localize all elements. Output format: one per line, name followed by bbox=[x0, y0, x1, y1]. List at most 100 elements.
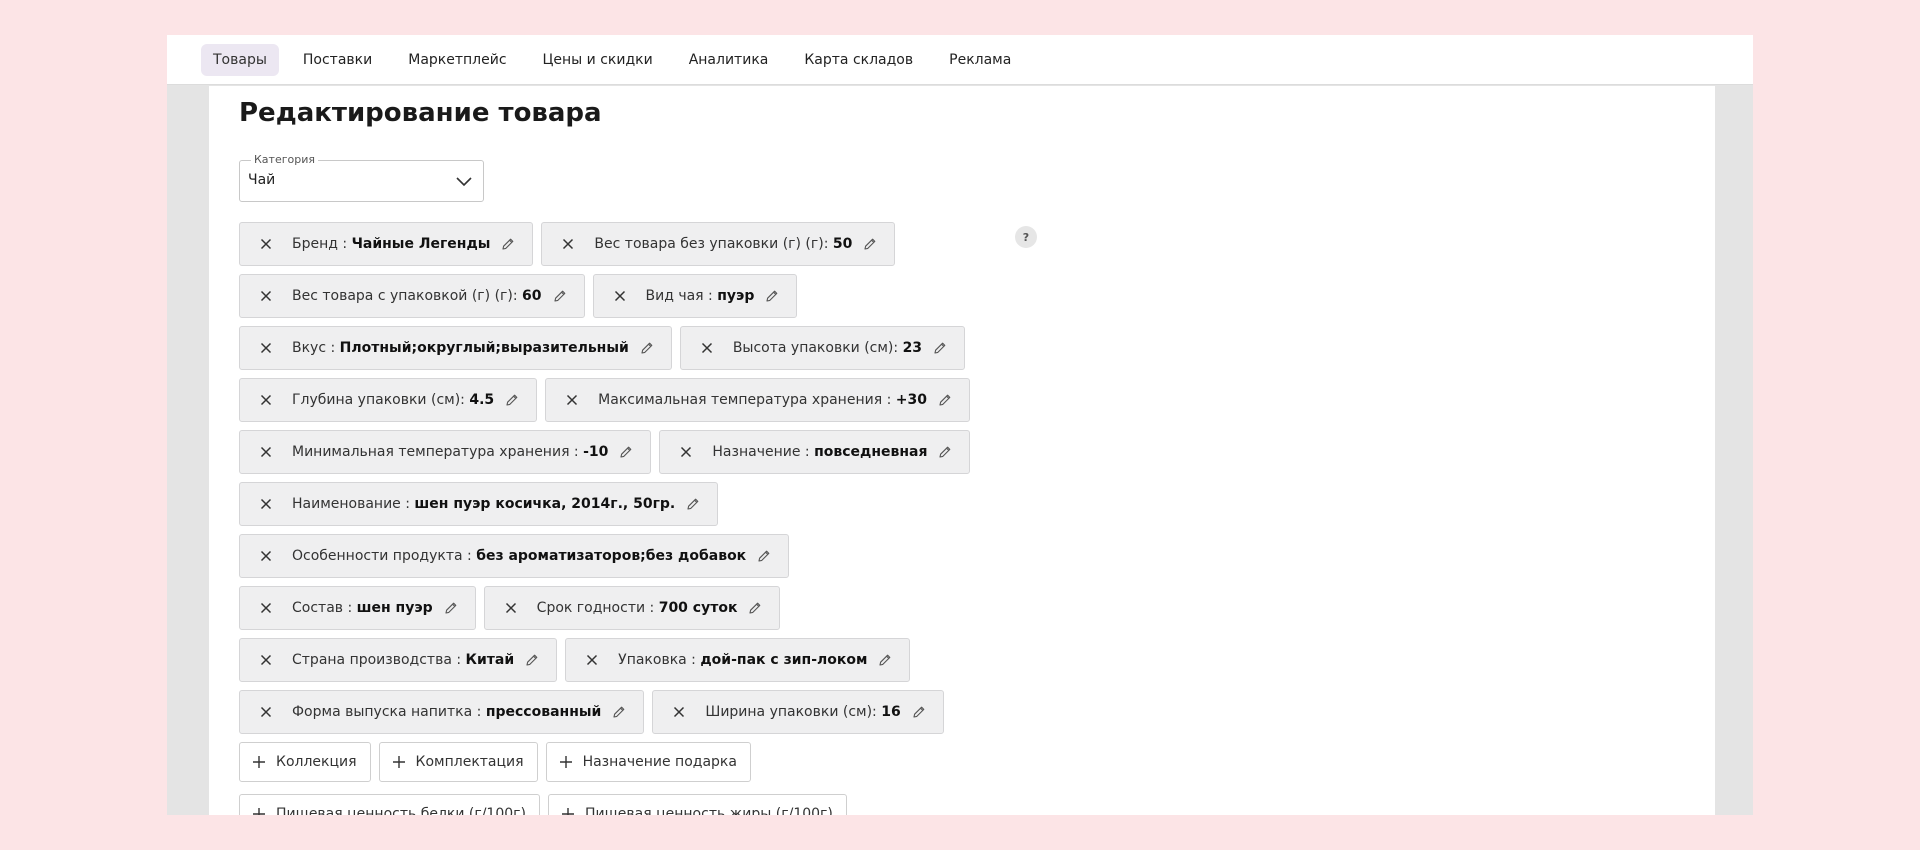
pencil-icon[interactable] bbox=[639, 340, 655, 356]
attribute-row: Страна производства : Китай Упаковка : до… bbox=[239, 638, 1139, 690]
close-icon[interactable] bbox=[697, 338, 717, 358]
nav-tab-1[interactable]: Поставки bbox=[291, 44, 384, 76]
category-legend: Категория bbox=[251, 153, 318, 166]
attribute-label: Особенности продукта : bbox=[292, 548, 477, 564]
attribute-row: Особенности продукта : без ароматизаторо… bbox=[239, 534, 1139, 586]
pencil-icon[interactable] bbox=[611, 704, 627, 720]
attribute-chip: Вес товара без упаковки (г) (г): 50 bbox=[541, 222, 896, 266]
nav-tab-0[interactable]: Товары bbox=[201, 43, 279, 76]
pencil-icon[interactable] bbox=[937, 392, 953, 408]
attribute-row: Глубина упаковки (см): 4.5 Максимальная т… bbox=[239, 378, 1139, 430]
attribute-value: 4.5 bbox=[469, 392, 495, 408]
nav-tab-2[interactable]: Маркетплейс bbox=[396, 44, 518, 76]
close-icon[interactable] bbox=[256, 546, 276, 566]
attribute-label: Глубина упаковки (см): bbox=[292, 392, 470, 408]
close-icon[interactable] bbox=[558, 234, 578, 254]
add-attribute-button[interactable]: Комплектация bbox=[378, 742, 538, 782]
attribute-chip: Назначение : повседневная bbox=[659, 430, 971, 474]
close-icon[interactable] bbox=[562, 390, 582, 410]
add-attribute-button[interactable]: Пищевая ценность жиры (г/100г) bbox=[547, 794, 847, 815]
add-attribute-label: Назначение подарка bbox=[582, 754, 737, 770]
pencil-icon[interactable] bbox=[937, 444, 953, 460]
attribute-chip: Вес товара с упаковкой (г) (г): 60 bbox=[239, 274, 585, 318]
attribute-label: Страна производства : bbox=[292, 652, 466, 668]
add-attribute-label: Коллекция bbox=[276, 754, 357, 770]
attribute-value: 60 bbox=[522, 288, 542, 304]
pencil-icon[interactable] bbox=[504, 392, 520, 408]
chevron-down-icon bbox=[455, 172, 473, 190]
pencil-icon[interactable] bbox=[877, 652, 893, 668]
attribute-value: шен пуэр bbox=[356, 600, 433, 616]
attribute-label: Форма выпуска напитка : bbox=[292, 704, 486, 720]
pencil-icon[interactable] bbox=[911, 704, 927, 720]
attribute-value: +30 bbox=[895, 392, 927, 408]
pencil-icon[interactable] bbox=[618, 444, 634, 460]
add-attribute-row: Коллекция Комплектация Назначение подарка bbox=[239, 742, 1139, 794]
nav-tab-4[interactable]: Аналитика bbox=[677, 44, 781, 76]
pencil-icon[interactable] bbox=[685, 496, 701, 512]
close-icon[interactable] bbox=[501, 598, 521, 618]
attribute-chip: Упаковка : дой-пак с зип-локом bbox=[565, 638, 911, 682]
attribute-value: пуэр bbox=[717, 288, 755, 304]
pencil-icon[interactable] bbox=[932, 340, 948, 356]
attribute-label: Минимальная температура хранения : bbox=[292, 444, 584, 460]
product-edit-panel: Редактирование товара Категория Чай ? Бр… bbox=[209, 86, 1715, 815]
add-attribute-label: Пищевая ценность белки (г/100г) bbox=[276, 806, 526, 815]
close-icon[interactable] bbox=[256, 650, 276, 670]
app-window: Товары Поставки Маркетплейс Цены и скидки Ан… bbox=[167, 35, 1753, 815]
pencil-icon[interactable] bbox=[443, 600, 459, 616]
close-icon[interactable] bbox=[256, 702, 276, 722]
attribute-chip: Высота упаковки (см): 23 bbox=[679, 326, 966, 370]
close-icon[interactable] bbox=[256, 494, 276, 514]
attribute-label: Высота упаковки (см): bbox=[732, 340, 903, 356]
attribute-chip: Вкус : Плотный;округлый;выразительный bbox=[239, 326, 672, 370]
nav-tab-3[interactable]: Цены и скидки bbox=[531, 44, 665, 76]
close-icon[interactable] bbox=[256, 286, 276, 306]
nav-tab-5[interactable]: Карта складов bbox=[792, 44, 925, 76]
category-select[interactable]: Категория Чай bbox=[239, 153, 484, 202]
pencil-icon[interactable] bbox=[500, 236, 516, 252]
category-value: Чай bbox=[248, 172, 276, 188]
close-icon[interactable] bbox=[256, 338, 276, 358]
pencil-icon[interactable] bbox=[862, 236, 878, 252]
add-attribute-button[interactable]: Коллекция bbox=[239, 742, 371, 782]
plus-icon bbox=[559, 755, 573, 769]
close-icon[interactable] bbox=[256, 234, 276, 254]
attribute-label: Упаковка : bbox=[618, 652, 701, 668]
add-attribute-label: Пищевая ценность жиры (г/100г) bbox=[584, 806, 833, 815]
attribute-label: Вес товара с упаковкой (г) (г): bbox=[292, 288, 523, 304]
attribute-chip: Форма выпуска напитка : прессованный bbox=[239, 690, 645, 734]
nav-tab-6[interactable]: Реклама bbox=[937, 44, 1023, 76]
close-icon[interactable] bbox=[256, 442, 276, 462]
plus-icon bbox=[252, 755, 266, 769]
close-icon[interactable] bbox=[669, 702, 689, 722]
add-attribute-button[interactable]: Назначение подарка bbox=[545, 742, 751, 782]
attribute-value: 700 суток bbox=[658, 600, 738, 616]
pencil-icon[interactable] bbox=[756, 548, 772, 564]
pencil-icon[interactable] bbox=[524, 652, 540, 668]
close-icon[interactable] bbox=[256, 390, 276, 410]
add-attribute-button[interactable]: Пищевая ценность белки (г/100г) bbox=[239, 794, 540, 815]
close-icon[interactable] bbox=[676, 442, 696, 462]
attribute-row: Форма выпуска напитка : прессованный Шири… bbox=[239, 690, 1139, 742]
attribute-label: Максимальная температура хранения : bbox=[598, 392, 896, 408]
close-icon[interactable] bbox=[582, 650, 602, 670]
attribute-value: повседневная bbox=[814, 444, 928, 460]
pencil-icon[interactable] bbox=[552, 288, 568, 304]
attribute-value: Плотный;округлый;выразительный bbox=[339, 340, 629, 356]
attribute-label: Наименование : bbox=[292, 496, 415, 512]
close-icon[interactable] bbox=[610, 286, 630, 306]
attribute-chip: Глубина упаковки (см): 4.5 bbox=[239, 378, 538, 422]
top-navigation: Товары Поставки Маркетплейс Цены и скидки Ан… bbox=[167, 35, 1753, 85]
plus-icon bbox=[561, 807, 575, 815]
attribute-value: Китай bbox=[465, 652, 515, 668]
attribute-row: Наименование : шен пуэр косичка, 2014г.,… bbox=[239, 482, 1139, 534]
pencil-icon[interactable] bbox=[764, 288, 780, 304]
pencil-icon[interactable] bbox=[747, 600, 763, 616]
attribute-value: шен пуэр косичка, 2014г., 50гр. bbox=[414, 496, 676, 512]
attribute-chip: Состав : шен пуэр bbox=[239, 586, 476, 630]
close-icon[interactable] bbox=[256, 598, 276, 618]
attribute-value: без ароматизаторов;без добавок bbox=[476, 548, 747, 564]
attribute-value: Чайные Легенды bbox=[351, 236, 491, 252]
attribute-label: Вид чая : bbox=[645, 288, 718, 304]
